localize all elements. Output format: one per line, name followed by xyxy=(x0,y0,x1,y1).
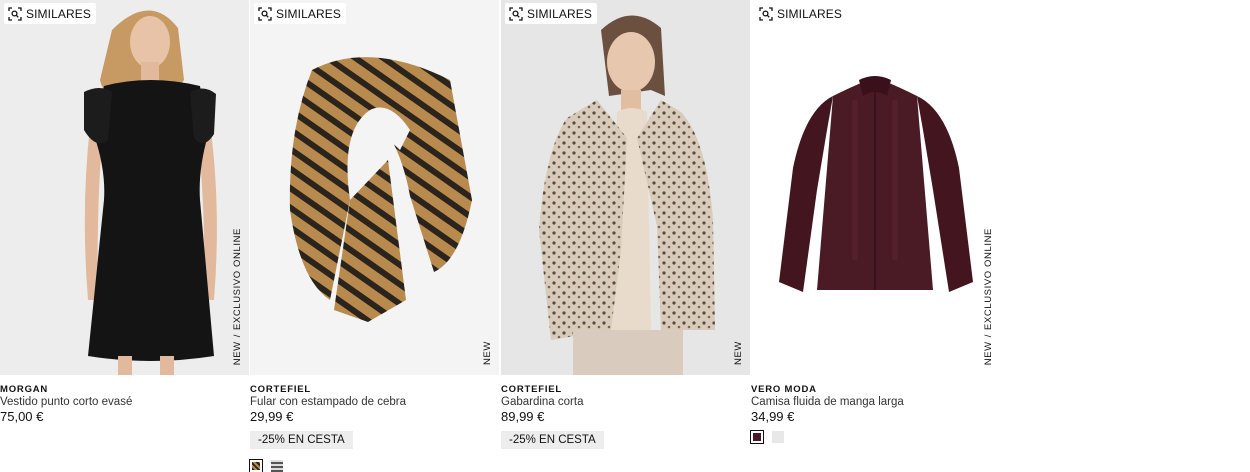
visual-search-icon xyxy=(759,6,773,21)
tag-separator: / xyxy=(232,333,243,338)
similar-label: SIMILARES xyxy=(777,6,842,21)
similar-label: SIMILARES xyxy=(26,6,91,21)
swatch-light-grey[interactable] xyxy=(772,431,784,443)
product-brand: MORGAN xyxy=(0,384,49,395)
similar-label: SIMILARES xyxy=(527,6,592,21)
product-tags: NEW / EXCLUSIVO ONLINE xyxy=(232,228,243,365)
tag-separator: / xyxy=(983,333,994,338)
swatch-zebra[interactable] xyxy=(249,459,263,472)
promo-badge: -25% EN CESTA xyxy=(250,431,353,449)
similar-button[interactable]: SIMILARES xyxy=(755,3,847,24)
similar-button[interactable]: SIMILARES xyxy=(254,3,346,24)
product-grid: SIMILARES NEW / EXCLUSIVO ONLINE MORGAN Ve… xyxy=(0,0,1250,472)
tag-exclusive: EXCLUSIVO ONLINE xyxy=(232,227,243,330)
product-price: 34,99 € xyxy=(751,409,795,424)
product-card[interactable]: SIMILARES NEW CORTEFIEL Fular con estamp… xyxy=(249,0,499,472)
product-image[interactable]: SIMILARES NEW xyxy=(250,0,499,375)
tag-new: NEW xyxy=(482,341,493,365)
product-brand: CORTEFIEL xyxy=(501,384,563,395)
product-card[interactable]: SIMILARES NEW / EXCLUSIVO ONLINE VERO MODA… xyxy=(750,0,1000,472)
product-name[interactable]: Gabardina corta xyxy=(501,396,583,408)
visual-search-icon xyxy=(258,6,272,21)
swatch-burgundy[interactable] xyxy=(750,430,764,444)
product-name[interactable]: Vestido punto corto evasé xyxy=(0,396,132,408)
similar-button[interactable]: SIMILARES xyxy=(4,3,96,24)
product-tags: NEW xyxy=(482,341,493,365)
product-price: 29,99 € xyxy=(250,409,294,424)
product-brand: VERO MODA xyxy=(751,384,817,395)
swatch-grey-stripe[interactable] xyxy=(271,460,283,472)
similar-button[interactable]: SIMILARES xyxy=(505,3,597,24)
product-image[interactable]: SIMILARES NEW / EXCLUSIVO ONLINE xyxy=(0,0,249,375)
product-name[interactable]: Camisa fluida de manga larga xyxy=(751,396,904,408)
product-name[interactable]: Fular con estampado de cebra xyxy=(250,396,406,408)
tag-new: NEW xyxy=(733,341,744,365)
product-card[interactable]: SIMILARES NEW CORTEFIEL Gabardina corta … xyxy=(501,0,750,472)
tag-new: NEW xyxy=(983,341,994,365)
product-tags: NEW xyxy=(733,341,744,365)
product-price: 89,99 € xyxy=(501,409,545,424)
tag-exclusive: EXCLUSIVO ONLINE xyxy=(983,227,994,330)
color-swatches xyxy=(249,459,283,472)
visual-search-icon xyxy=(8,6,22,21)
promo-badge: -25% EN CESTA xyxy=(501,431,604,449)
similar-label: SIMILARES xyxy=(276,6,341,21)
product-brand: CORTEFIEL xyxy=(250,384,312,395)
tag-new: NEW xyxy=(232,341,243,365)
visual-search-icon xyxy=(509,6,523,21)
product-price: 75,00 € xyxy=(0,409,44,424)
product-image[interactable]: SIMILARES NEW / EXCLUSIVO ONLINE xyxy=(751,0,1000,375)
product-card[interactable]: SIMILARES NEW / EXCLUSIVO ONLINE MORGAN Ve… xyxy=(0,0,249,472)
product-image[interactable]: SIMILARES NEW xyxy=(501,0,750,375)
product-tags: NEW / EXCLUSIVO ONLINE xyxy=(983,228,994,365)
color-swatches xyxy=(750,430,784,444)
